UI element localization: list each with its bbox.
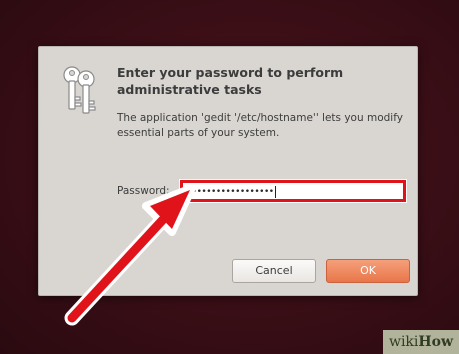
password-field[interactable]: •••••••••••••••••• [179,179,407,203]
wikihow-watermark: wikiHow [383,330,459,354]
ok-button[interactable]: OK [326,259,410,283]
text-caret [274,185,276,198]
auth-dialog: Enter your password to perform administr… [38,46,418,296]
password-label: Password: [117,185,170,197]
keys-icon [63,66,96,114]
cancel-button[interactable]: Cancel [232,259,316,283]
dialog-description: The application 'gedit '/etc/hostname'' … [117,112,403,139]
password-value: •••••••••••••••••• [187,185,276,198]
dialog-title: Enter your password to perform administr… [117,65,344,97]
